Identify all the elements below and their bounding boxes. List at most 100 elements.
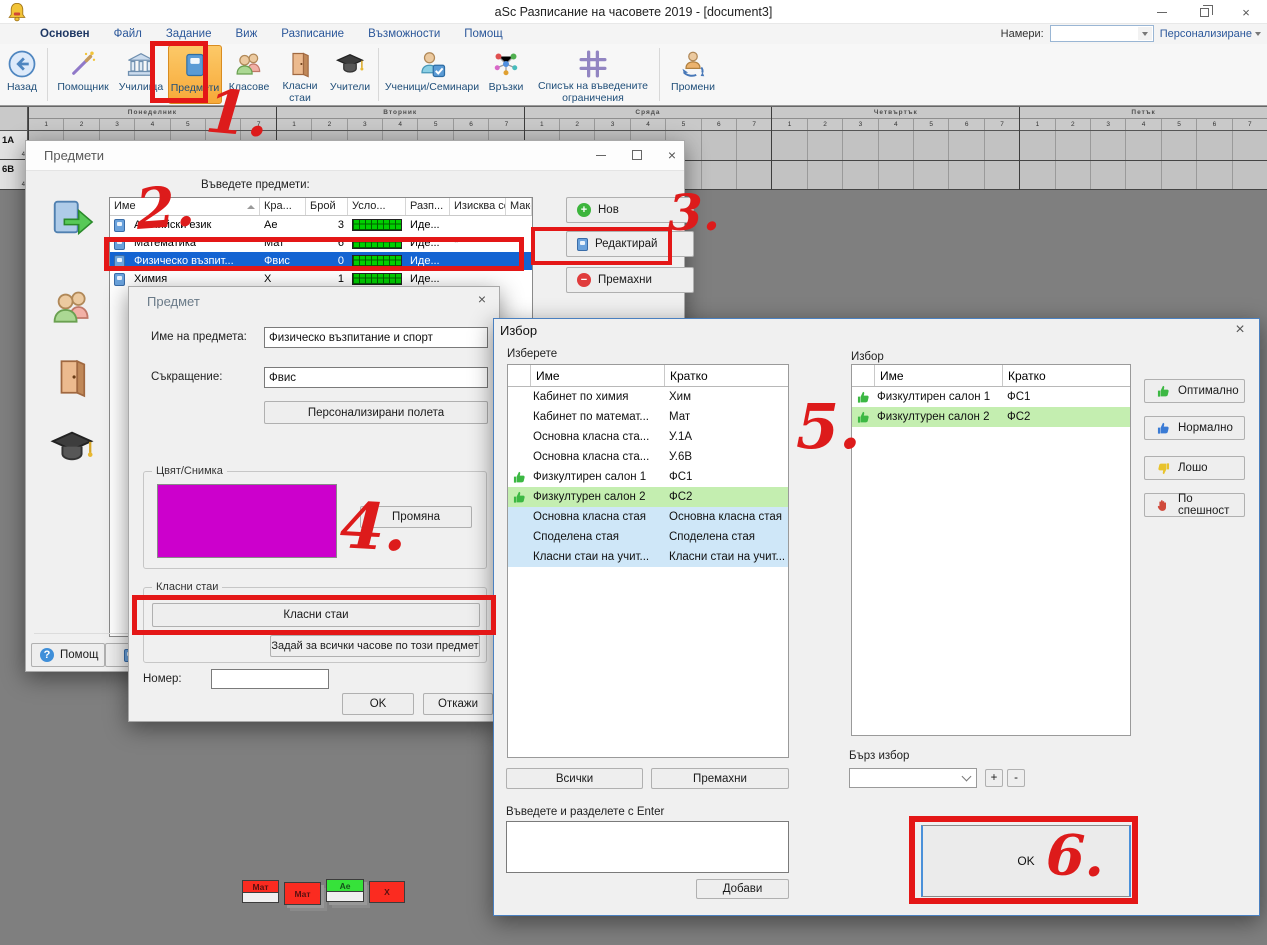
available-room-row[interactable]: Споделена стая Споделена стая <box>508 527 788 547</box>
grid-cell[interactable] <box>1055 161 1090 190</box>
teachers-button[interactable]: Учители <box>326 45 374 104</box>
personalize-menu[interactable]: Персонализиране <box>1160 28 1261 40</box>
period-header[interactable]: 6 <box>948 119 983 130</box>
period-header[interactable]: 2 <box>1055 119 1090 130</box>
tab-osnoven[interactable]: Основен <box>28 24 102 44</box>
change-color-button[interactable]: Промяна <box>360 506 472 528</box>
quick-select-plus-button[interactable]: + <box>985 769 1003 787</box>
restore-button[interactable] <box>1183 0 1225 24</box>
bad-button[interactable]: Лошо <box>1144 456 1245 480</box>
grid-cell[interactable] <box>1196 161 1231 190</box>
classrooms-button[interactable]: Класни стаи <box>152 603 480 627</box>
period-header[interactable]: 6 <box>205 119 240 130</box>
col-header-short[interactable]: Кра... <box>260 198 306 215</box>
lesson-tile[interactable]: Мат <box>284 882 321 905</box>
chosen-room-row[interactable]: Физкултирен салон 1 ФС1 <box>852 387 1130 407</box>
period-header[interactable]: 3 <box>842 119 877 130</box>
col-header-max[interactable]: Макс. <box>506 198 532 215</box>
period-header[interactable]: 7 <box>984 119 1019 130</box>
period-header[interactable]: 7 <box>736 119 771 130</box>
period-header[interactable]: 1 <box>277 119 311 130</box>
period-header[interactable]: 5 <box>1161 119 1196 130</box>
subject-color-swatch[interactable] <box>157 484 337 558</box>
tab-zadanie[interactable]: Задание <box>154 24 224 44</box>
selection-dialog-close-icon[interactable]: × <box>1231 322 1249 338</box>
grid-cell[interactable] <box>913 131 948 160</box>
grid-cell[interactable] <box>807 131 842 160</box>
available-room-row[interactable]: Физкултурен салон 2 ФС2 <box>508 487 788 507</box>
number-input[interactable] <box>211 669 329 689</box>
grid-cell[interactable] <box>736 161 771 190</box>
grid-cell[interactable] <box>1090 131 1125 160</box>
grid-cell[interactable] <box>1161 131 1196 160</box>
subject-row[interactable]: Английски език Ае 3 Иде... <box>110 216 532 234</box>
class-row-label[interactable]: 6B 4 <box>0 160 27 190</box>
period-header[interactable]: 7 <box>240 119 275 130</box>
period-header[interactable]: 5 <box>417 119 452 130</box>
enter-rooms-textarea[interactable] <box>506 821 789 873</box>
subject-short-input[interactable] <box>264 367 488 388</box>
col-header-name[interactable]: Име <box>110 198 260 215</box>
period-header[interactable]: 7 <box>488 119 523 130</box>
period-header[interactable]: 4 <box>630 119 665 130</box>
col-header-count[interactable]: Брой <box>306 198 348 215</box>
period-header[interactable]: 3 <box>347 119 382 130</box>
period-header[interactable]: 1 <box>1020 119 1054 130</box>
grid-cell[interactable] <box>772 161 806 190</box>
find-input[interactable] <box>1050 25 1154 42</box>
grid-cell[interactable] <box>1196 131 1231 160</box>
period-header[interactable]: 3 <box>1090 119 1125 130</box>
period-header[interactable]: 7 <box>1232 119 1267 130</box>
grid-cell[interactable] <box>842 161 877 190</box>
close-button[interactable]: × <box>1225 0 1267 24</box>
tab-vazmozhnosti[interactable]: Възможности <box>356 24 452 44</box>
constraints-list-button[interactable]: Списък на въведените ограничения <box>531 45 655 104</box>
students-panel-icon[interactable] <box>48 283 96 331</box>
grid-cell[interactable] <box>701 161 736 190</box>
minimize-button[interactable] <box>1141 0 1183 24</box>
grid-cell[interactable] <box>878 131 913 160</box>
lesson-tile[interactable]: Ае <box>326 879 364 902</box>
period-header[interactable]: 4 <box>382 119 417 130</box>
subjects-button[interactable]: Предмети <box>168 45 222 104</box>
grid-cell[interactable] <box>772 131 806 160</box>
grid-cell[interactable] <box>1020 131 1054 160</box>
grid-cell[interactable] <box>1055 131 1090 160</box>
teachers-panel-icon[interactable] <box>48 423 96 471</box>
available-room-row[interactable]: Кабинет по математ... Мат <box>508 407 788 427</box>
grid-cell[interactable] <box>1232 161 1267 190</box>
urgent-button[interactable]: По спешност <box>1144 493 1245 517</box>
selection-ok-button[interactable]: OK <box>921 825 1131 897</box>
quick-select-combo[interactable] <box>849 768 977 788</box>
col-header-room-short[interactable]: Кратко <box>1002 365 1130 386</box>
subject-name-input[interactable] <box>264 327 488 348</box>
grid-cell[interactable] <box>948 161 983 190</box>
rooms-panel-icon[interactable] <box>48 353 96 401</box>
tab-pomosht[interactable]: Помощ <box>452 24 514 44</box>
period-header[interactable]: 3 <box>594 119 629 130</box>
col-header-requires[interactable]: Изисква се ... <box>450 198 506 215</box>
grid-cell[interactable] <box>701 131 736 160</box>
schools-button[interactable]: Училища <box>116 45 166 104</box>
period-header[interactable]: 1 <box>772 119 806 130</box>
tab-vizh[interactable]: Виж <box>223 24 269 44</box>
col-header-room-name[interactable]: Име <box>874 365 1002 386</box>
period-header[interactable]: 1 <box>525 119 559 130</box>
dialog-maximize-icon[interactable] <box>632 150 642 160</box>
select-all-button[interactable]: Всички <box>506 768 643 789</box>
grid-cell[interactable] <box>1090 161 1125 190</box>
optimal-button[interactable]: Оптимално <box>1144 379 1245 403</box>
grid-cell[interactable] <box>913 161 948 190</box>
subject-dialog-close-icon[interactable]: × <box>473 292 491 308</box>
students-seminars-button[interactable]: Ученици/Семинари <box>383 45 481 104</box>
grid-cell[interactable] <box>1125 161 1160 190</box>
edit-subject-button[interactable]: Редактирай <box>566 231 694 257</box>
grid-cell[interactable] <box>1232 131 1267 160</box>
col-header-room-short[interactable]: Кратко <box>664 365 788 386</box>
period-header[interactable]: 4 <box>1125 119 1160 130</box>
find-dropdown-icon[interactable] <box>1138 27 1152 40</box>
remove-selected-button[interactable]: Премахни <box>651 768 789 789</box>
subject-cancel-button[interactable]: Откажи <box>423 693 493 715</box>
col-header-conditions[interactable]: Усло... <box>348 198 406 215</box>
period-header[interactable]: 4 <box>878 119 913 130</box>
